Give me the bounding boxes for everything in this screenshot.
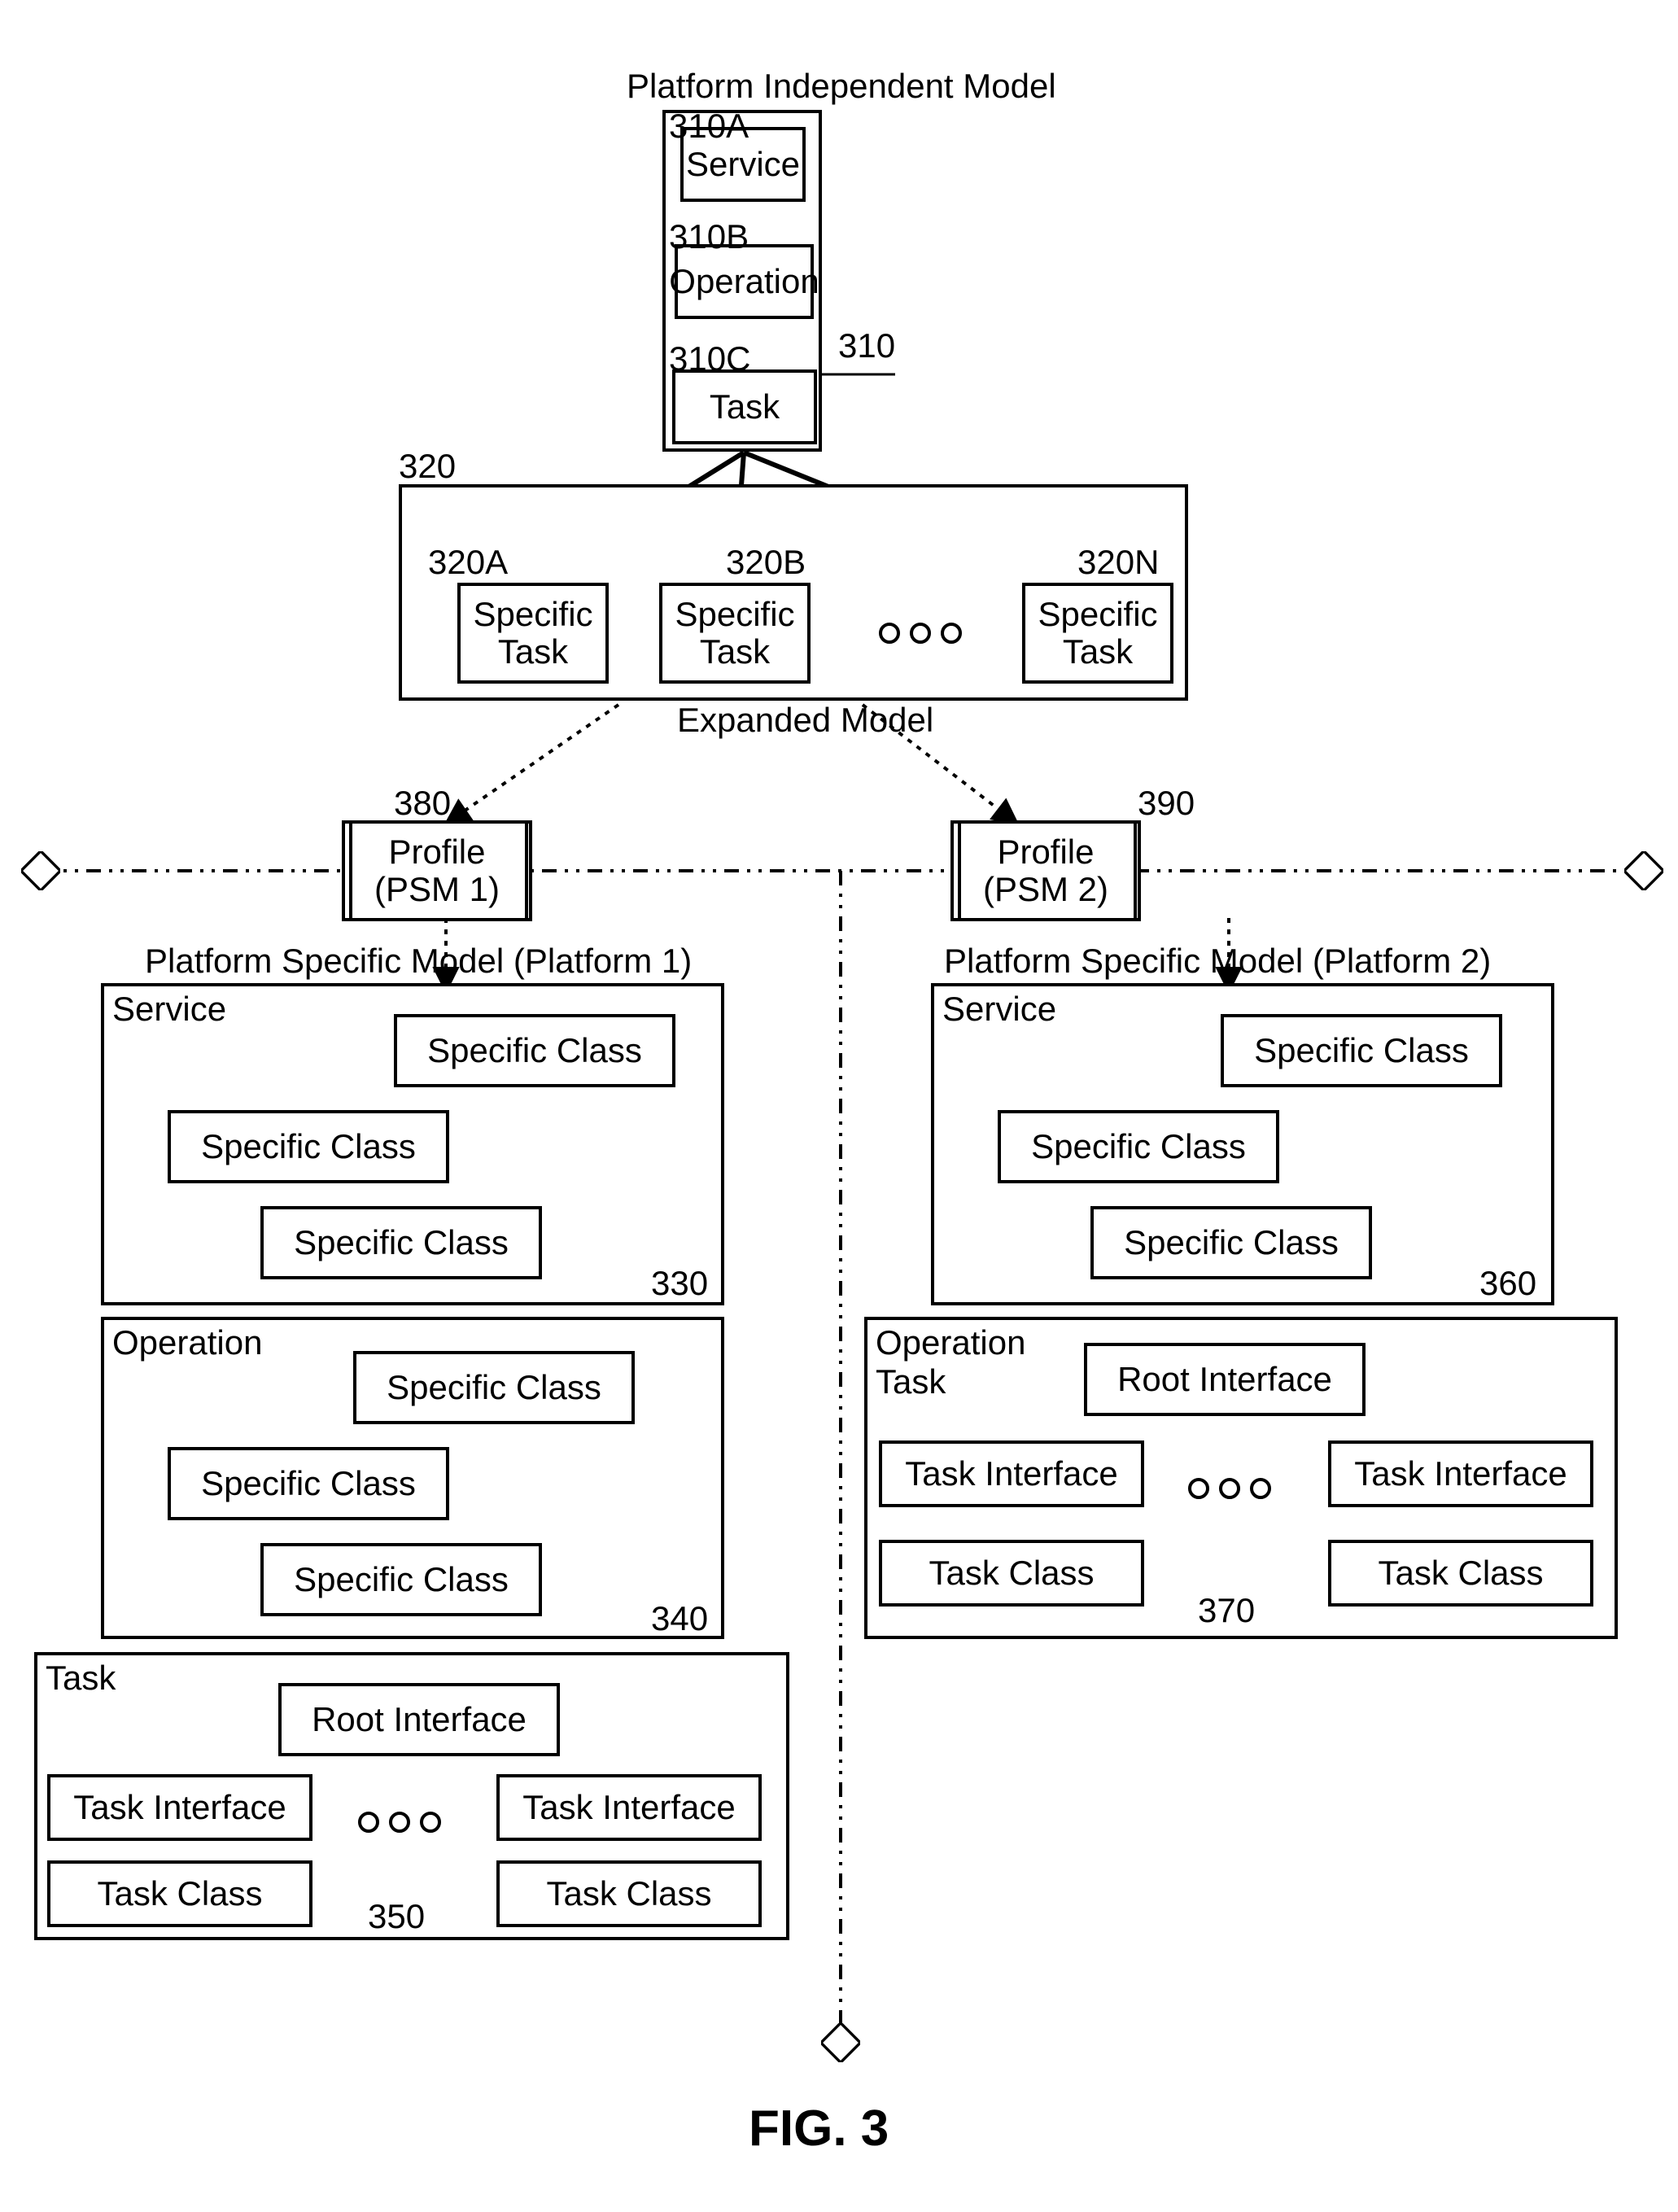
ellipsis-icon xyxy=(358,1812,441,1833)
psm2-service-sc1: Specific Class xyxy=(1221,1014,1502,1087)
ref-320n: 320N xyxy=(1077,545,1159,579)
ref-390: 390 xyxy=(1138,786,1195,820)
psm1-op-sc1: Specific Class xyxy=(353,1351,635,1424)
ref-310: 310 xyxy=(838,329,895,363)
psm1-service-sc2: Specific Class xyxy=(168,1110,449,1183)
diagram-stage: Platform Independent Model Service Opera… xyxy=(0,0,1678,2212)
profile-psm1-inner-right xyxy=(525,820,528,921)
specific-task-a: Specific Task xyxy=(457,583,609,684)
profile-psm2-label: Profile(PSM 2) xyxy=(983,833,1108,908)
profile-psm1: Profile(PSM 1) xyxy=(352,820,522,921)
figure-caption: FIG. 3 xyxy=(749,2100,889,2157)
ref-310a: 310A xyxy=(669,109,749,143)
psm1-op-sc3: Specific Class xyxy=(260,1543,542,1616)
specific-task-a-label: Specific Task xyxy=(468,596,598,671)
profile-psm1-inner-left xyxy=(349,820,352,921)
ref-360: 360 xyxy=(1479,1266,1536,1301)
psm2-tc1: Task Class xyxy=(879,1540,1144,1607)
ref-320: 320 xyxy=(399,449,456,483)
psm1-ti1: Task Interface xyxy=(47,1774,312,1841)
profile-psm2-inner-right xyxy=(1134,820,1137,921)
ref-330: 330 xyxy=(651,1266,708,1301)
ref-370: 370 xyxy=(1198,1593,1255,1628)
psm1-tc1: Task Class xyxy=(47,1860,312,1927)
specific-task-n: Specific Task xyxy=(1022,583,1173,684)
psm2-root-interface: Root Interface xyxy=(1084,1343,1366,1416)
psm2-ti2: Task Interface xyxy=(1328,1440,1593,1507)
expanded-title: Expanded Model xyxy=(677,703,933,737)
pim-operation-label: Operation xyxy=(669,262,819,301)
psm1-service-sc3: Specific Class xyxy=(260,1206,542,1279)
psm1-ti2: Task Interface xyxy=(496,1774,762,1841)
psm2-service-sc2: Specific Class xyxy=(998,1110,1279,1183)
pim-service-label: Service xyxy=(686,145,800,184)
pim-title: Platform Independent Model xyxy=(627,69,1056,103)
pim-task-label: Task xyxy=(710,387,780,426)
psm1-op-sc2: Specific Class xyxy=(168,1447,449,1520)
ref-380: 380 xyxy=(394,786,451,820)
ref-340: 340 xyxy=(651,1602,708,1636)
psm2-tc2: Task Class xyxy=(1328,1540,1593,1607)
ref-320a: 320A xyxy=(428,545,508,579)
ref-310b: 310B xyxy=(669,220,749,254)
pim-task-box: Task xyxy=(672,369,817,444)
psm2-ti1: Task Interface xyxy=(879,1440,1144,1507)
ref-310c: 310C xyxy=(669,342,750,376)
specific-task-b-label: Specific Task xyxy=(670,596,800,671)
profile-psm2: Profile(PSM 2) xyxy=(960,820,1131,921)
ref-350: 350 xyxy=(368,1899,425,1934)
specific-task-n-label: Specific Task xyxy=(1033,596,1163,671)
profile-psm2-inner-left xyxy=(958,820,961,921)
psm2-service-sc3: Specific Class xyxy=(1090,1206,1372,1279)
psm1-tc2: Task Class xyxy=(496,1860,762,1927)
ellipsis-icon xyxy=(1188,1478,1271,1499)
profile-psm1-label: Profile(PSM 1) xyxy=(374,833,500,908)
specific-task-b: Specific Task xyxy=(659,583,811,684)
ref-320b: 320B xyxy=(726,545,806,579)
psm1-title: Platform Specific Model (Platform 1) xyxy=(145,944,692,978)
psm1-root-interface: Root Interface xyxy=(278,1683,560,1756)
psm1-service-sc1: Specific Class xyxy=(394,1014,675,1087)
ellipsis-icon xyxy=(879,623,962,644)
psm2-title: Platform Specific Model (Platform 2) xyxy=(944,944,1491,978)
